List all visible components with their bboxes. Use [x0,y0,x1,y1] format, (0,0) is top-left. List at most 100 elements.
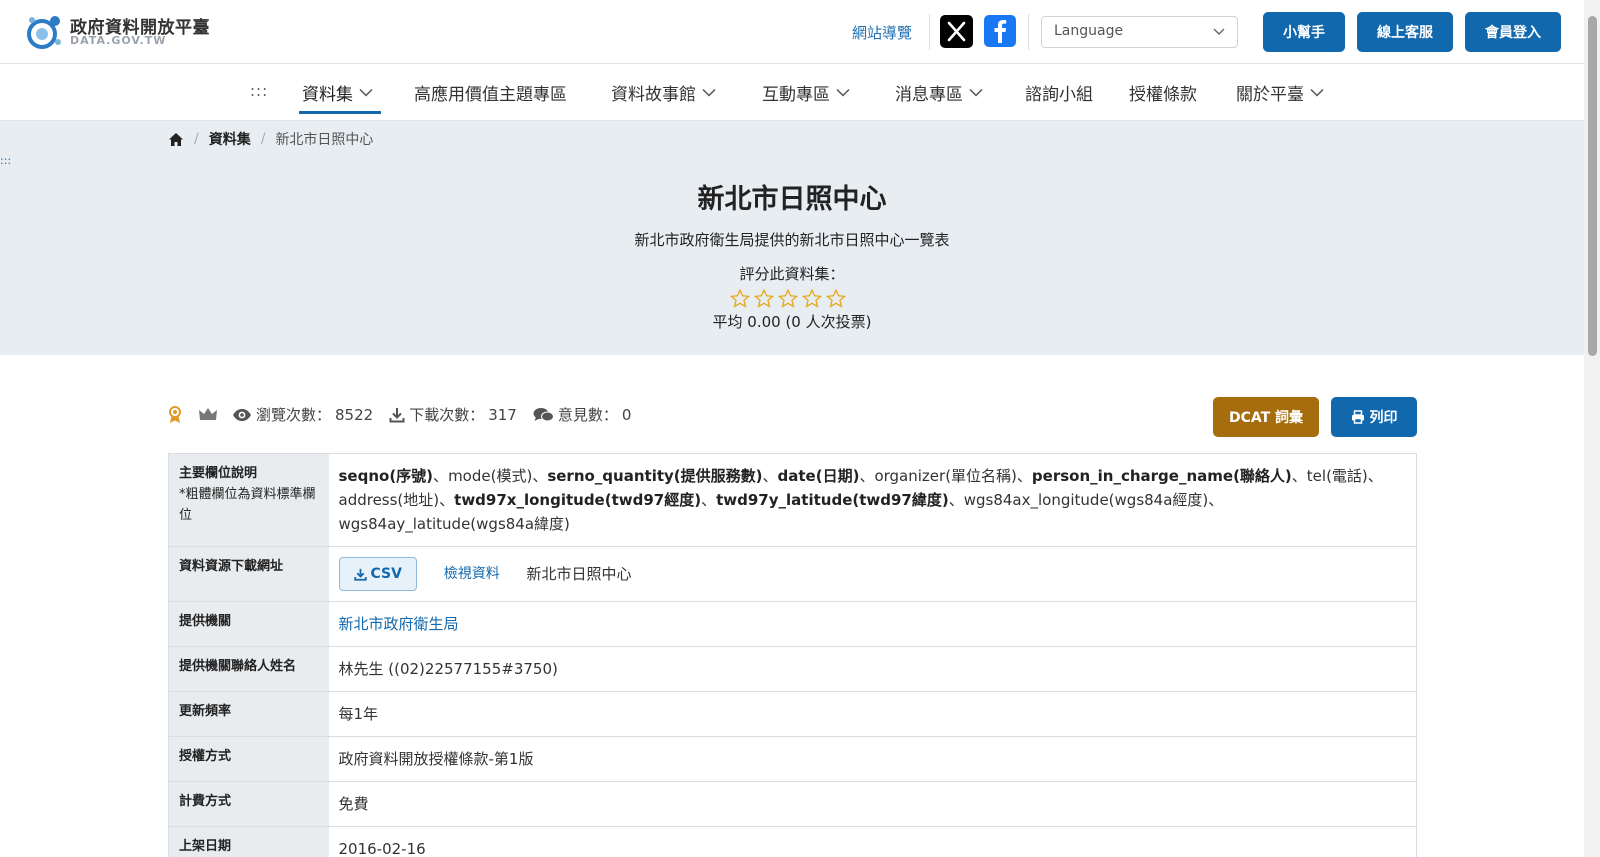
download-icon [353,568,367,581]
fields-list: seqno(序號)、mode(模式)、serno_quantity(提供服務數)… [328,453,1417,547]
nav-item-about[interactable]: 關於平臺 [1236,80,1324,105]
table-row: 授權方式 政府資料開放授權條款-第1版 [168,736,1417,782]
nav-item-label: 授權條款 [1129,85,1197,105]
nav-item-label: 諮詢小組 [1025,85,1093,105]
fields-label: 主要欄位說明 [179,466,258,481]
field-separator: 、 [762,467,778,485]
comments-label: 意見數： [557,406,618,424]
crown-badge [198,407,218,422]
table-row: 計費方式 免費 [168,781,1417,827]
nav-item-license[interactable]: 授權條款 [1129,80,1197,105]
language-select-value: Language [1054,23,1124,39]
language-select[interactable]: Language [1041,16,1238,48]
downloads-label: 下載次數： [409,406,485,424]
star-icon[interactable] [826,289,846,308]
field-name: person_in_charge_name(聯絡人) [1031,467,1292,485]
site-logo-icon[interactable] [22,12,66,50]
table-row: 提供機關 新北市政府衛生局 [168,601,1417,647]
comments-icon [533,407,554,421]
nav-item-advisory[interactable]: 諮詢小組 [1025,80,1093,105]
downloads-count: 317 [488,405,517,424]
home-icon[interactable] [168,132,184,147]
award-badge [168,405,182,424]
member-login-button[interactable]: 會員登入 [1465,12,1561,52]
fields-note: *粗體欄位為資料標準欄位 [179,486,316,523]
star-icon[interactable] [778,289,798,308]
print-label: 列印 [1369,410,1398,426]
field-name: tel(電話) [1306,467,1368,485]
table-row: 主要欄位說明 *粗體欄位為資料標準欄位 seqno(序號)、mode(模式)、s… [168,453,1417,547]
chevron-down-icon [836,88,850,97]
rating-average: 平均 0.00 (0 人次投票) [712,313,872,331]
frequency-label: 更新頻率 [168,691,329,737]
accesskey-anchor[interactable]: ::: [250,82,268,100]
download-resources: CSV 檢視資料 新北市日照中心 [328,545,1417,602]
crown-icon [199,408,217,420]
star-icon[interactable] [802,289,822,308]
field-name: twd97y_latitude(twd97緯度) [716,491,949,509]
fee-label: 計費方式 [168,781,329,827]
agency-cell: 新北市政府衛生局 [328,601,1417,647]
page-scrollbar[interactable] [1584,0,1600,857]
nav-item-label: 消息專區 [895,85,963,105]
star-icon[interactable] [754,289,774,308]
dataset-hero: / 資料集 / 新北市日照中心 ::: 新北市日照中心 新北市政府衛生局提供的新… [0,121,1584,355]
field-name: seqno(序號) [338,467,434,485]
license-label: 授權方式 [168,736,329,782]
agency-link[interactable]: 新北市政府衛生局 [339,615,459,633]
nav-item-interactive[interactable]: 互動專區 [762,80,850,105]
views-stat: 瀏覽次數： 8522 [232,404,373,425]
scrollbar-thumb[interactable] [1588,16,1597,356]
field-separator: 、 [1291,467,1307,485]
dataset-info-table: 主要欄位說明 *粗體欄位為資料標準欄位 seqno(序號)、mode(模式)、s… [168,453,1417,857]
field-name: twd97x_longitude(twd97經度) [454,491,702,509]
row-key: 主要欄位說明 *粗體欄位為資料標準欄位 [168,453,329,547]
breadcrumb-current: 新北市日照中心 [275,132,374,148]
sitemap-link[interactable]: 網站導覽 [852,22,912,43]
divider [1028,14,1029,50]
field-name: organizer(單位名稱) [874,467,1017,485]
comments-count: 0 [621,405,632,424]
csv-label: CSV [370,566,402,582]
logo-subtitle: DATA.GOV.TW [70,34,167,47]
download-icon [389,407,405,422]
breadcrumb-separator: / [260,131,266,147]
medal-icon [169,405,181,423]
facebook-icon[interactable] [984,15,1016,47]
views-label: 瀏覽次數： [256,406,332,424]
nav-item-stories[interactable]: 資料故事館 [611,80,716,105]
view-data-link[interactable]: 檢視資料 [444,566,500,582]
helper-button[interactable]: 小幫手 [1263,12,1345,52]
nav-item-high-value[interactable]: 高應用價值主題專區 [414,80,567,105]
star-icon[interactable] [730,289,750,308]
field-separator: 、 [532,467,548,485]
field-name: serno_quantity(提供服務數) [547,467,763,485]
field-separator: 、 [1016,467,1032,485]
rating-stars[interactable] [730,289,846,308]
x-logo-icon[interactable] [940,15,973,48]
accesskey-anchor[interactable]: ::: [0,154,11,167]
downloads-stat: 下載次數： 317 [389,404,517,425]
chevron-down-icon [1310,88,1324,97]
field-separator: 、 [859,467,875,485]
published-value: 2016-02-16 [328,826,1417,857]
nav-item-datasets[interactable]: 資料集 [302,80,373,105]
printer-icon [1351,410,1364,424]
table-row: 提供機關聯絡人姓名 林先生 ((02)22577155#3750) [168,646,1417,692]
online-support-button[interactable]: 線上客服 [1357,12,1453,52]
license-value: 政府資料開放授權條款-第1版 [328,736,1417,782]
print-button[interactable]: 列印 [1331,397,1417,437]
breadcrumb: / 資料集 / 新北市日照中心 [168,129,373,149]
csv-download-button[interactable]: CSV [338,557,417,592]
nav-item-label: 資料集 [302,85,353,105]
nav-item-news[interactable]: 消息專區 [895,80,983,105]
breadcrumb-datasets[interactable]: 資料集 [209,129,251,149]
dcat-vocabulary-button[interactable]: DCAT 詞彙 [1213,397,1319,437]
views-count: 8522 [335,405,374,424]
download-label: 資料資源下載網址 [168,545,329,602]
main-nav: ::: 資料集 高應用價值主題專區 資料故事館 互動專區 消息專區 諮詢小組 授… [0,64,1584,121]
field-separator: 、 [1208,491,1224,509]
field-separator: 、 [1367,467,1383,485]
field-separator: 、 [433,467,449,485]
table-row: 更新頻率 每1年 [168,691,1417,737]
